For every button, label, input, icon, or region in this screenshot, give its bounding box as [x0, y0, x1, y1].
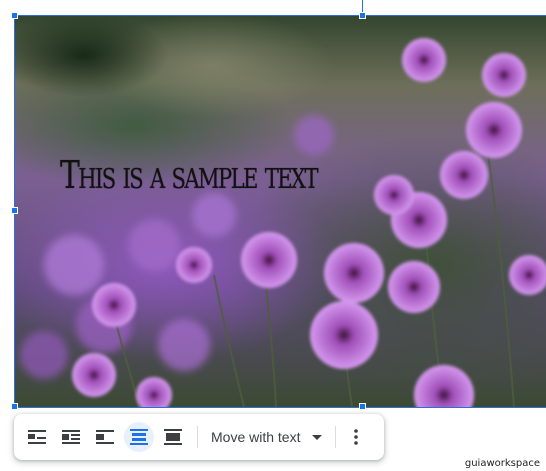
watermark: guiaworkspace: [464, 458, 540, 469]
flower-photo: [20, 38, 546, 407]
resize-handle-bottom-left[interactable]: [11, 403, 18, 410]
resize-handle-middle-left[interactable]: [11, 207, 18, 214]
break-text-button[interactable]: [90, 422, 120, 452]
more-vert-icon: [354, 429, 359, 445]
more-options-button[interactable]: [343, 422, 369, 452]
behind-text-icon: [130, 429, 148, 445]
chevron-down-icon: [312, 434, 323, 440]
inline-button[interactable]: [22, 422, 52, 452]
inline-icon: [28, 430, 46, 444]
selected-image[interactable]: This is a sample text: [14, 15, 546, 407]
toolbar-divider: [335, 426, 337, 448]
resize-handle-bottom-center[interactable]: [359, 403, 366, 410]
in-front-of-text-button[interactable]: [158, 422, 188, 452]
resize-handle-top-center[interactable]: [359, 12, 366, 19]
rotate-handle-line: [362, 0, 363, 12]
break-text-icon: [96, 430, 114, 444]
resize-handle-top-left[interactable]: [11, 12, 18, 19]
in-front-of-text-icon: [164, 429, 182, 445]
toolbar-divider: [197, 426, 198, 448]
image-overlay-text: This is a sample text: [60, 153, 319, 197]
wrap-text-button[interactable]: [56, 422, 86, 452]
position-select-value: Move with text: [211, 429, 301, 445]
wrap-text-icon: [62, 430, 80, 444]
behind-text-button[interactable]: [124, 422, 154, 452]
image-options-toolbar: Move with text: [14, 414, 384, 460]
position-select[interactable]: Move with text: [205, 422, 328, 452]
